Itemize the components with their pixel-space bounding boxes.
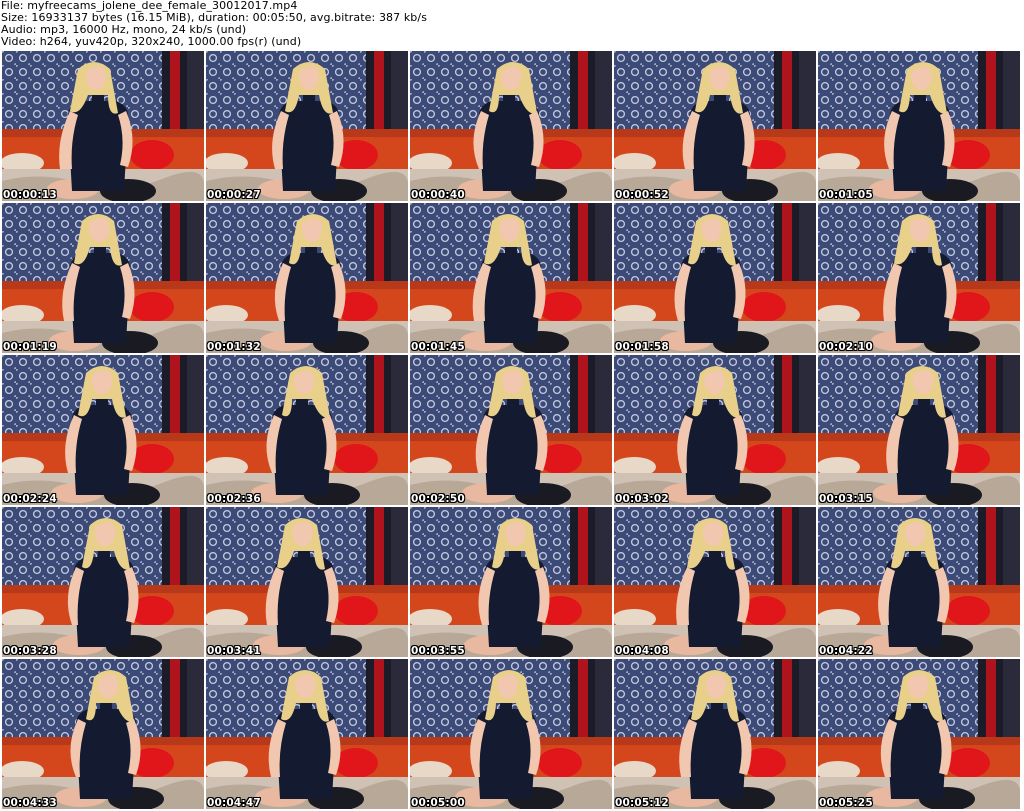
frame-scene xyxy=(410,659,612,809)
frame-scene xyxy=(206,51,408,201)
file-info-header: File: myfreecams_jolene_dee_female_30012… xyxy=(1,0,1021,48)
video-thumbnail[interactable]: 00:03:41 xyxy=(206,507,408,657)
frame-scene xyxy=(206,659,408,809)
frame-scene xyxy=(2,355,204,505)
video-thumbnail[interactable]: 00:04:33 xyxy=(2,659,204,809)
frame-timestamp: 00:02:24 xyxy=(3,493,57,505)
video-thumbnail[interactable]: 00:01:58 xyxy=(614,203,816,353)
frame-timestamp: 00:04:08 xyxy=(615,645,669,657)
frame-timestamp: 00:05:12 xyxy=(615,797,669,809)
frame-scene xyxy=(818,507,1020,657)
video-thumbnail[interactable]: 00:04:08 xyxy=(614,507,816,657)
frame-scene xyxy=(2,51,204,201)
video-thumbnail[interactable]: 00:00:13 xyxy=(2,51,204,201)
frame-timestamp: 00:02:36 xyxy=(207,493,261,505)
frame-scene xyxy=(410,203,612,353)
video-thumbnail[interactable]: 00:03:15 xyxy=(818,355,1020,505)
frame-scene xyxy=(818,203,1020,353)
frame-timestamp: 00:02:10 xyxy=(819,341,873,353)
frame-scene xyxy=(818,659,1020,809)
frame-scene xyxy=(818,355,1020,505)
frame-timestamp: 00:00:13 xyxy=(3,189,57,201)
frame-timestamp: 00:03:02 xyxy=(615,493,669,505)
video-thumbnail[interactable]: 00:02:36 xyxy=(206,355,408,505)
frame-timestamp: 00:05:25 xyxy=(819,797,873,809)
frame-scene xyxy=(614,51,816,201)
frame-scene xyxy=(614,659,816,809)
frame-scene xyxy=(410,51,612,201)
video-thumbnail[interactable]: 00:03:28 xyxy=(2,507,204,657)
frame-timestamp: 00:00:40 xyxy=(411,189,465,201)
video-thumbnail[interactable]: 00:02:10 xyxy=(818,203,1020,353)
frame-timestamp: 00:00:27 xyxy=(207,189,261,201)
frame-scene xyxy=(206,507,408,657)
frame-scene xyxy=(614,507,816,657)
frame-timestamp: 00:01:58 xyxy=(615,341,669,353)
frame-scene xyxy=(2,659,204,809)
frame-scene xyxy=(614,203,816,353)
video-info-line: Video: h264, yuv420p, 320x240, 1000.00 f… xyxy=(1,35,302,48)
video-thumbnail[interactable]: 00:04:47 xyxy=(206,659,408,809)
frame-timestamp: 00:04:47 xyxy=(207,797,261,809)
video-thumbnail[interactable]: 00:00:27 xyxy=(206,51,408,201)
video-thumbnail[interactable]: 00:03:55 xyxy=(410,507,612,657)
video-thumbnail[interactable]: 00:02:24 xyxy=(2,355,204,505)
video-thumbnail[interactable]: 00:01:32 xyxy=(206,203,408,353)
video-thumbnail[interactable]: 00:01:19 xyxy=(2,203,204,353)
video-thumbnail[interactable]: 00:03:02 xyxy=(614,355,816,505)
frame-scene xyxy=(206,203,408,353)
frame-scene xyxy=(2,507,204,657)
frame-timestamp: 00:01:45 xyxy=(411,341,465,353)
frame-timestamp: 00:02:50 xyxy=(411,493,465,505)
video-thumbnail[interactable]: 00:05:25 xyxy=(818,659,1020,809)
frame-timestamp: 00:01:19 xyxy=(3,341,57,353)
frame-timestamp: 00:03:55 xyxy=(411,645,465,657)
video-thumbnail[interactable]: 00:00:52 xyxy=(614,51,816,201)
frame-timestamp: 00:03:28 xyxy=(3,645,57,657)
frame-scene xyxy=(410,507,612,657)
video-thumbnail[interactable]: 00:05:00 xyxy=(410,659,612,809)
video-thumbnail[interactable]: 00:01:45 xyxy=(410,203,612,353)
video-thumbnail[interactable]: 00:01:05 xyxy=(818,51,1020,201)
frame-timestamp: 00:01:05 xyxy=(819,189,873,201)
video-thumbnail[interactable]: 00:02:50 xyxy=(410,355,612,505)
frame-timestamp: 00:01:32 xyxy=(207,341,261,353)
frame-scene xyxy=(818,51,1020,201)
frame-timestamp: 00:03:15 xyxy=(819,493,873,505)
thumbnail-grid: 00:00:13 00:00:27 00:00:40 00:00:52 00:0… xyxy=(2,51,1022,811)
video-thumbnail[interactable]: 00:04:22 xyxy=(818,507,1020,657)
video-thumbnail[interactable]: 00:00:40 xyxy=(410,51,612,201)
frame-timestamp: 00:04:22 xyxy=(819,645,873,657)
frame-timestamp: 00:04:33 xyxy=(3,797,57,809)
frame-scene xyxy=(2,203,204,353)
frame-scene xyxy=(410,355,612,505)
video-thumbnail[interactable]: 00:05:12 xyxy=(614,659,816,809)
frame-timestamp: 00:00:52 xyxy=(615,189,669,201)
frame-scene xyxy=(614,355,816,505)
frame-timestamp: 00:03:41 xyxy=(207,645,261,657)
frame-timestamp: 00:05:00 xyxy=(411,797,465,809)
frame-scene xyxy=(206,355,408,505)
